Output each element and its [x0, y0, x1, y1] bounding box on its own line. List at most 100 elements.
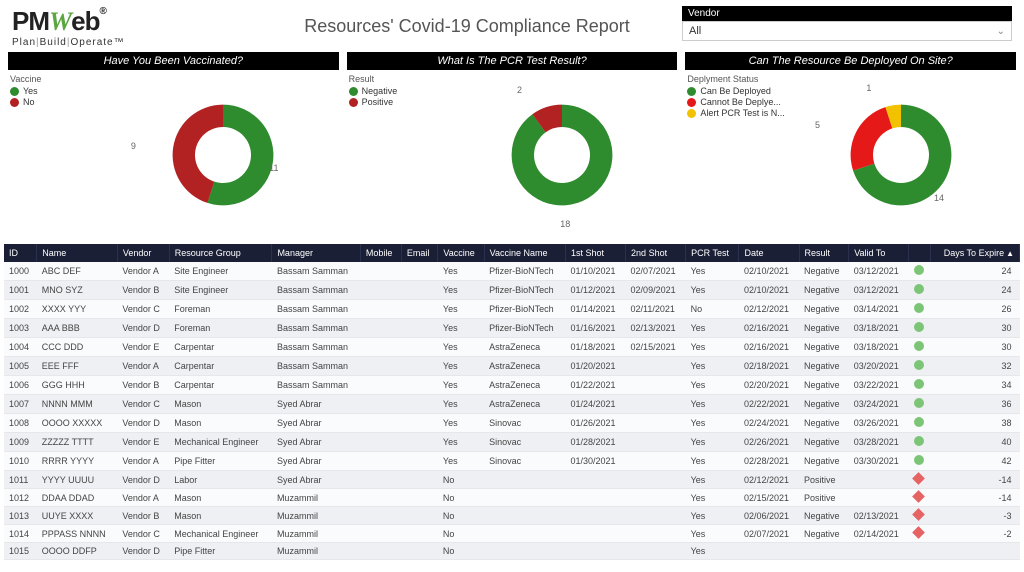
table-cell: No	[438, 543, 484, 560]
days-cell	[931, 543, 1020, 560]
table-row[interactable]: 1008OOOO XXXXXVendor DMasonSyed AbrarYes…	[4, 414, 1020, 433]
status-cell	[909, 452, 931, 471]
column-header[interactable]: ID	[4, 244, 37, 262]
column-header[interactable]: Vendor	[117, 244, 169, 262]
donut-chart[interactable]: 119	[110, 74, 337, 236]
status-cell	[909, 525, 931, 543]
table-row[interactable]: 1014PPPASS NNNNVendor CMechanical Engine…	[4, 525, 1020, 543]
table-row[interactable]: 1002XXXX YYYVendor CForemanBassam Samman…	[4, 300, 1020, 319]
legend-item[interactable]: Positive	[349, 97, 449, 107]
column-header[interactable]: Email	[401, 244, 438, 262]
table-cell	[360, 300, 401, 319]
table-cell: Negative	[799, 452, 849, 471]
table-cell	[739, 543, 799, 560]
table-row[interactable]: 1012DDAA DDADVendor AMasonMuzammilNoYes0…	[4, 489, 1020, 507]
column-header[interactable]: 1st Shot	[565, 244, 625, 262]
table-cell	[626, 471, 686, 489]
column-header[interactable]: Vaccine Name	[484, 244, 565, 262]
table-cell: Negative	[799, 319, 849, 338]
status-cell	[909, 262, 931, 281]
column-header[interactable]: Mobile	[360, 244, 401, 262]
column-header[interactable]: Name	[37, 244, 118, 262]
table-cell: Vendor D	[117, 319, 169, 338]
table-cell: Yes	[686, 543, 739, 560]
table-row[interactable]: 1006GGG HHHVendor BCarpentarBassam Samma…	[4, 376, 1020, 395]
column-header[interactable]: Result	[799, 244, 849, 262]
table-row[interactable]: 1010RRRR YYYYVendor APipe FitterSyed Abr…	[4, 452, 1020, 471]
table-cell: Vendor A	[117, 262, 169, 281]
table-cell: 02/24/2021	[739, 414, 799, 433]
column-header[interactable]: Date	[739, 244, 799, 262]
table-row[interactable]: 1003AAA BBBVendor DForemanBassam SammanY…	[4, 319, 1020, 338]
status-cell	[909, 281, 931, 300]
legend-dot-icon	[10, 98, 19, 107]
table-row[interactable]: 1013UUYE XXXXVendor BMasonMuzammilNoYes0…	[4, 507, 1020, 525]
table-cell: Syed Abrar	[272, 395, 360, 414]
legend-label: Can Be Deployed	[700, 86, 771, 96]
table-row[interactable]: 1015OOOO DDFPVendor DPipe FitterMuzammil…	[4, 543, 1020, 560]
status-ok-icon	[914, 379, 924, 389]
table-row[interactable]: 1001MNO SYZVendor BSite EngineerBassam S…	[4, 281, 1020, 300]
table-cell: Sinovac	[484, 452, 565, 471]
table-cell: 01/10/2021	[565, 262, 625, 281]
days-cell: 26	[931, 300, 1020, 319]
table-cell	[849, 471, 909, 489]
status-cell	[909, 471, 931, 489]
table-cell: AstraZeneca	[484, 357, 565, 376]
legend-item[interactable]: Yes	[10, 86, 110, 96]
column-header[interactable]: Days To Expire▲	[931, 244, 1020, 262]
table-cell	[360, 489, 401, 507]
column-header[interactable]: PCR Test	[686, 244, 739, 262]
table-cell: Yes	[438, 262, 484, 281]
table-cell: Vendor D	[117, 543, 169, 560]
table-body: 1000ABC DEFVendor ASite EngineerBassam S…	[4, 262, 1020, 560]
table-cell: MNO SYZ	[37, 281, 118, 300]
logo-tagline: Plan|Build|Operate™	[12, 37, 252, 48]
donut-chart[interactable]: 182	[449, 74, 676, 236]
column-header[interactable]: 2nd Shot	[626, 244, 686, 262]
column-header[interactable]	[909, 244, 931, 262]
legend-item[interactable]: Negative	[349, 86, 449, 96]
table-row[interactable]: 1011YYYY UUUUVendor DLaborSyed AbrarNoYe…	[4, 471, 1020, 489]
chart-title: What Is The PCR Test Result?	[347, 52, 678, 70]
table-row[interactable]: 1000ABC DEFVendor ASite EngineerBassam S…	[4, 262, 1020, 281]
legend-item[interactable]: Cannot Be Deplye...	[687, 97, 787, 107]
vendor-select[interactable]: All ⌄	[682, 21, 1012, 41]
legend-item[interactable]: Can Be Deployed	[687, 86, 787, 96]
chevron-down-icon: ⌄	[997, 26, 1005, 37]
table-row[interactable]: 1005EEE FFFVendor ACarpentarBassam Samma…	[4, 357, 1020, 376]
donut-value-label: 14	[934, 193, 944, 203]
table-cell	[484, 543, 565, 560]
table-row[interactable]: 1004CCC DDDVendor ECarpentarBassam Samma…	[4, 338, 1020, 357]
days-cell: 30	[931, 319, 1020, 338]
table-row[interactable]: 1007NNNN MMMVendor CMasonSyed AbrarYesAs…	[4, 395, 1020, 414]
table-cell: 03/28/2021	[849, 433, 909, 452]
legend-item[interactable]: Alert PCR Test is N...	[687, 108, 787, 118]
table-cell: Yes	[686, 525, 739, 543]
table-cell: 02/15/2021	[739, 489, 799, 507]
days-cell: 40	[931, 433, 1020, 452]
table-cell	[360, 338, 401, 357]
table-cell: Negative	[799, 525, 849, 543]
table-cell: Yes	[686, 319, 739, 338]
column-header[interactable]: Valid To	[849, 244, 909, 262]
table-cell: 03/20/2021	[849, 357, 909, 376]
days-cell: 32	[931, 357, 1020, 376]
table-cell: 02/16/2021	[739, 319, 799, 338]
report-title: Resources' Covid-19 Compliance Report	[252, 6, 682, 37]
table-cell	[401, 376, 438, 395]
donut-chart[interactable]: 1451	[787, 74, 1014, 236]
legend-dot-icon	[687, 98, 696, 107]
column-header[interactable]: Vaccine	[438, 244, 484, 262]
status-cell	[909, 319, 931, 338]
table-cell: Yes	[438, 433, 484, 452]
column-header[interactable]: Manager	[272, 244, 360, 262]
table-cell: 03/14/2021	[849, 300, 909, 319]
table-cell: 02/14/2021	[849, 525, 909, 543]
table-header: IDNameVendorResource GroupManagerMobileE…	[4, 244, 1020, 262]
table-cell: 1006	[4, 376, 37, 395]
table-cell: Bassam Samman	[272, 319, 360, 338]
table-row[interactable]: 1009ZZZZZ TTTTVendor EMechanical Enginee…	[4, 433, 1020, 452]
legend-item[interactable]: No	[10, 97, 110, 107]
column-header[interactable]: Resource Group	[169, 244, 272, 262]
